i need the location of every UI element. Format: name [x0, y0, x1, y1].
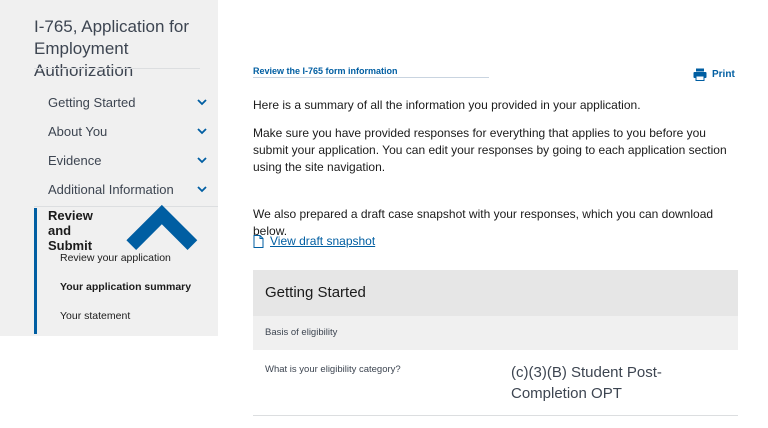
- view-draft-snapshot-label: View draft snapshot: [270, 234, 376, 248]
- view-draft-snapshot-link[interactable]: View draft snapshot: [253, 234, 375, 248]
- sidebar-item-about-you[interactable]: About You: [48, 121, 208, 141]
- chevron-down-icon: [197, 99, 207, 106]
- summary-question: What is your eligibility category?: [265, 364, 401, 375]
- sidebar-item-label: About You: [48, 123, 108, 139]
- sidebar-item-label: Evidence: [48, 152, 102, 168]
- sidebar-subitem-your-statement[interactable]: Your statement: [60, 310, 130, 322]
- sidebar-item-review-and-submit[interactable]: Review and Submit: [48, 204, 208, 253]
- print-button[interactable]: Print: [693, 68, 735, 81]
- sidebar-subitem-review-your-application[interactable]: Review your application: [60, 252, 171, 264]
- summary-subsection-title: Basis of eligibility: [253, 316, 738, 350]
- sidebar-header: I-765, Application for Employment Author…: [0, 0, 218, 88]
- intro-text: Here is a summary of all the information…: [253, 98, 641, 112]
- printer-icon: [693, 68, 707, 81]
- sidebar-item-evidence[interactable]: Evidence: [48, 150, 208, 170]
- instructions-text: Make sure you have provided responses fo…: [253, 126, 727, 174]
- summary-section-title: Getting Started: [253, 270, 738, 316]
- chevron-down-icon: [197, 157, 207, 164]
- sidebar-item-label: Review and Submit: [48, 207, 93, 253]
- application-summary: Getting Started Basis of eligibility Wha…: [253, 270, 738, 416]
- sidebar-nav: Getting Started About You Evidence Addit…: [0, 68, 218, 336]
- sidebar-subitem-your-application-summary[interactable]: Your application summary: [60, 281, 191, 293]
- form-title: I-765, Application for Employment Author…: [34, 17, 189, 80]
- chevron-down-icon: [197, 128, 207, 135]
- sidebar: I-765, Application for Employment Author…: [0, 0, 218, 428]
- divider: [34, 68, 200, 69]
- step-label: Review the I-765 form information: [253, 66, 398, 76]
- summary-answer: (c)(3)(B) Student Post-Completion OPT: [511, 364, 662, 402]
- summary-row: What is your eligibility category? (c)(3…: [253, 350, 738, 416]
- main-content: Review the I-765 form information Print …: [218, 0, 768, 428]
- sidebar-item-label: Getting Started: [48, 94, 136, 110]
- active-section-indicator: [34, 208, 37, 334]
- sidebar-item-getting-started[interactable]: Getting Started: [48, 92, 208, 112]
- print-label: Print: [712, 69, 735, 80]
- step-underline: [253, 77, 489, 78]
- document-icon: [253, 234, 264, 248]
